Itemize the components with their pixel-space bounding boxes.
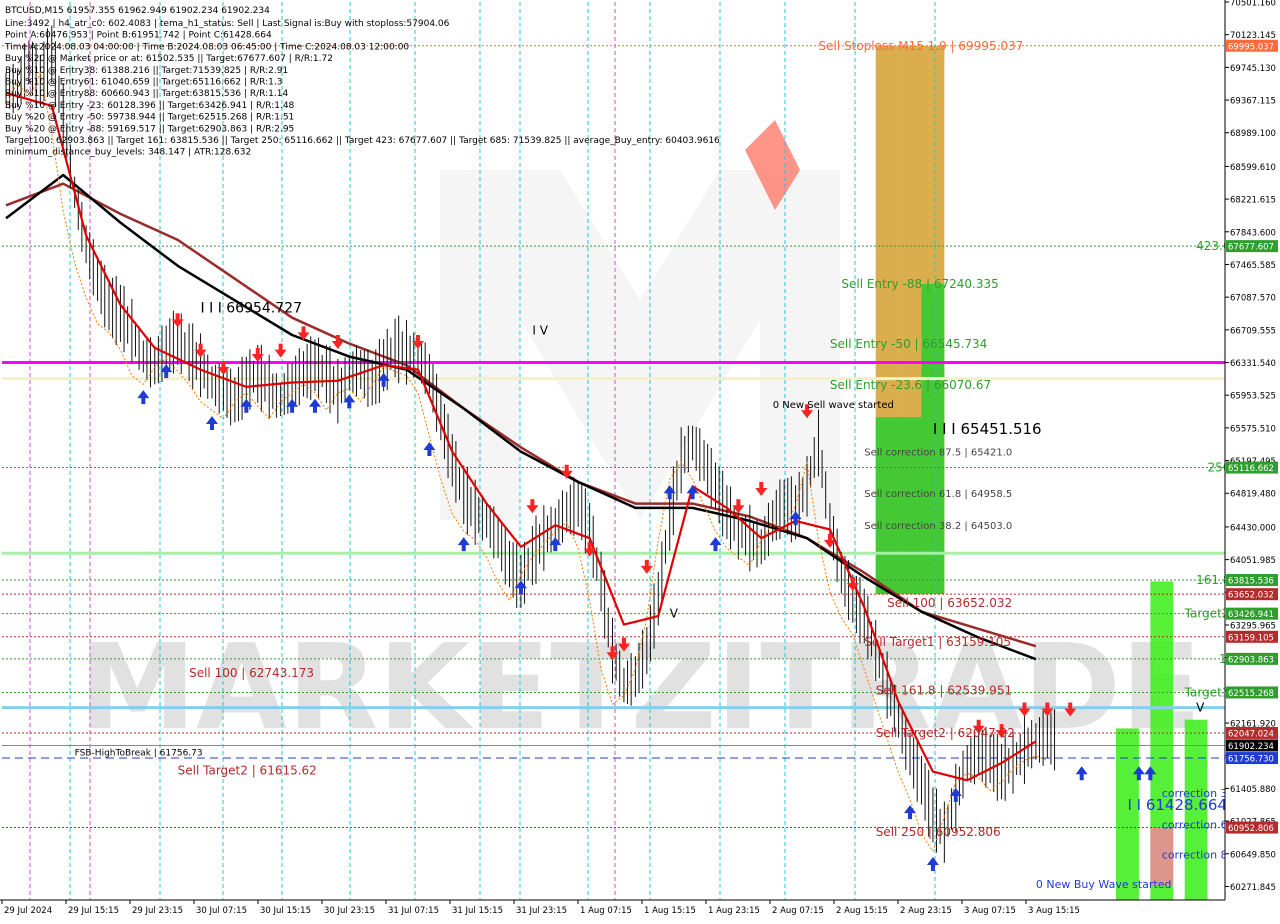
y-tick-label-15: 64819.480 <box>1230 490 1276 500</box>
y-tick-label-13: 65575.510 <box>1230 424 1276 434</box>
price-chart[interactable]: MARKETZITRADE Sell Stoploss M15 1.9 | 699… <box>0 0 1280 920</box>
zone-4 <box>898 417 922 595</box>
price-tag-label-7: 63652.032 <box>1228 591 1274 601</box>
annotation-label-15: Sell 100 | 63652.032 <box>887 596 1012 610</box>
annotation-label-8: I I I 65451.516 <box>933 420 1042 438</box>
y-tick-label-12: 65953.525 <box>1230 392 1276 402</box>
x-tick-label-16: 3 Aug 15:15 <box>1028 906 1080 916</box>
x-tick-label-11: 1 Aug 23:15 <box>708 906 760 916</box>
time-axis-background <box>0 900 1280 920</box>
annotation-label-16: Target2 <box>1184 607 1230 621</box>
price-tag-label-6: 63815.536 <box>1228 577 1274 587</box>
chart-title: BTCUSD,M15 61957.355 61962.949 61902.234… <box>5 6 270 16</box>
annotation-label-4: I V <box>532 324 548 338</box>
y-tick-label-11: 66331.540 <box>1230 359 1276 369</box>
price-tag-label-16: 60952.806 <box>1228 824 1274 834</box>
price-tag-label-1: 67677.607 <box>1228 243 1274 253</box>
price-tag-label-14: 61902.234 <box>1228 742 1274 752</box>
annotation-label-6: Sell Entry -23.6 | 66070.67 <box>830 378 991 392</box>
x-tick-label-13: 2 Aug 15:15 <box>836 906 888 916</box>
info-line-2: Time A:2024.08.03 04:00:00 | Time B:2024… <box>4 42 409 52</box>
info-line-8: Buy %20 @ Entry -50: 59738.944 || Target… <box>5 113 294 123</box>
y-tick-label-9: 67087.570 <box>1230 294 1276 304</box>
y-tick-label-3: 69367.115 <box>1230 97 1276 107</box>
x-tick-label-15: 3 Aug 07:15 <box>964 906 1016 916</box>
annotation-label-27: I I 61428.664 <box>1127 796 1227 814</box>
info-line-4: Buy %10 @ Entry38: 61388.216 || Target:7… <box>5 66 288 76</box>
y-tick-label-4: 68989.100 <box>1230 129 1276 139</box>
x-tick-label-1: 29 Jul 15:15 <box>68 906 119 916</box>
price-tag-label-10: 62903.863 <box>1228 655 1274 665</box>
x-tick-label-7: 31 Jul 15:15 <box>452 906 503 916</box>
annotation-label-31: 0 New Buy Wave started <box>1036 878 1172 891</box>
info-line-5: Buy %10 @ Entry61: 61040.659 || Target:6… <box>5 78 282 88</box>
y-tick-label-24: 61405.880 <box>1230 785 1276 795</box>
price-tag-label-15: 61756.730 <box>1228 755 1274 765</box>
price-tag-label-4: 65116.662 <box>1228 464 1274 474</box>
zone-5 <box>921 283 945 595</box>
y-tick-label-5: 68599.610 <box>1230 163 1276 173</box>
annotation-label-23: Sell Target2 | 62047.02 <box>876 726 1015 740</box>
annotation-label-2: Sell Entry -88 | 67240.335 <box>841 277 998 291</box>
annotation-label-22: V <box>1196 701 1205 715</box>
y-tick-label-16: 64430.000 <box>1230 523 1276 533</box>
info-line-3: Buy %20 @ Market price or at: 61502.535 … <box>5 54 333 64</box>
annotation-label-21: Target1 <box>1184 685 1230 699</box>
y-tick-label-10: 66709.555 <box>1230 326 1276 336</box>
y-tick-label-6: 68221.615 <box>1230 196 1276 206</box>
info-line-11: minimum_distance_buy_levels: 348.147 | A… <box>5 148 251 158</box>
y-tick-label-27: 60271.845 <box>1230 883 1276 893</box>
price-tag-label-9: 63159.105 <box>1228 633 1274 643</box>
info-line-6: Buy %10 @ Entry88: 60660.943 || Target:6… <box>5 89 288 99</box>
x-tick-label-3: 30 Jul 07:15 <box>196 906 247 916</box>
y-tick-label-7: 67843.600 <box>1230 228 1276 238</box>
annotation-label-5: Sell Entry -50 | 66545.734 <box>830 337 987 351</box>
annotation-label-29: Sell 250 | 60952.806 <box>876 825 1001 839</box>
x-tick-label-14: 2 Aug 23:15 <box>900 906 952 916</box>
price-tag-label-8: 63426.941 <box>1228 610 1274 620</box>
info-line-7: Buy %10 @ Entry -23: 60128.396 || Target… <box>5 101 295 111</box>
annotation-label-9: Sell correction 87.5 | 65421.0 <box>864 448 1012 459</box>
x-tick-label-5: 30 Jul 23:15 <box>324 906 375 916</box>
annotation-label-12: Sell correction 38.2 | 64503.0 <box>864 521 1012 532</box>
info-line-9: Buy %20 @ Entry -88: 59169.517 || Target… <box>5 124 294 134</box>
annotation-label-0: Sell Stoploss M15 1.9 | 69995.037 <box>818 39 1023 53</box>
price-tag-label-13: 62047.024 <box>1228 729 1274 739</box>
x-tick-label-0: 29 Jul 2024 <box>4 906 52 916</box>
price-tag-label-0: 69995.037 <box>1228 42 1274 52</box>
x-tick-label-2: 29 Jul 23:15 <box>132 906 183 916</box>
zone-3 <box>875 417 899 595</box>
annotation-label-24: FSB-HighToBreak | 61756.73 <box>75 748 203 758</box>
x-tick-label-4: 30 Jul 15:15 <box>260 906 311 916</box>
y-tick-label-17: 64051.985 <box>1230 556 1276 566</box>
annotation-label-11: Sell correction 61.8 | 64958.5 <box>864 489 1012 500</box>
y-tick-label-19: 63295.965 <box>1230 621 1276 631</box>
y-tick-label-26: 60649.850 <box>1230 850 1276 860</box>
info-line-10: Target100: 62903.863 || Target 161: 6381… <box>4 136 720 146</box>
y-tick-label-1: 70123.145 <box>1230 31 1276 41</box>
annotation-label-14: V <box>670 607 679 621</box>
chart-area[interactable]: MARKETZITRADE Sell Stoploss M15 1.9 | 699… <box>0 0 1280 920</box>
annotation-label-17: Sell Target1 | 63159.105 <box>864 635 1011 649</box>
y-tick-label-8: 67465.585 <box>1230 261 1276 271</box>
annotation-label-25: Sell Target2 | 61615.62 <box>178 763 317 777</box>
y-tick-label-0: 70501.160 <box>1230 0 1276 9</box>
x-tick-label-12: 2 Aug 07:15 <box>772 906 824 916</box>
x-tick-label-10: 1 Aug 15:15 <box>644 906 696 916</box>
y-tick-label-2: 69745.130 <box>1230 64 1276 74</box>
annotation-label-3: I I I 66954.727 <box>201 301 302 317</box>
watermark-text: MARKETZITRADE <box>79 618 1202 756</box>
annotation-label-7: 0 New Sell wave started <box>773 400 894 411</box>
annotation-label-19: Sell 100 | 62743.173 <box>189 666 314 680</box>
price-tag-label-11: 62515.268 <box>1228 689 1274 699</box>
x-tick-label-9: 1 Aug 07:15 <box>580 906 632 916</box>
x-tick-label-8: 31 Jul 23:15 <box>516 906 567 916</box>
info-line-1: Point A:60476.953 | Point B:61951.742 | … <box>5 31 272 41</box>
annotation-label-20: Sell 161.8 | 62539.951 <box>876 683 1012 697</box>
x-tick-label-6: 31 Jul 07:15 <box>388 906 439 916</box>
info-line-0: Line:3492 | h4_atr_c0: 602.4083 | tema_h… <box>5 19 450 29</box>
